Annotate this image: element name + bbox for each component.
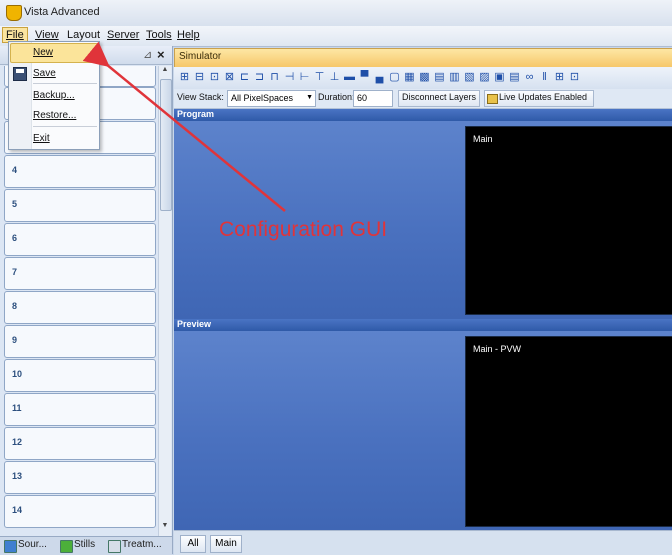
annotation-label: Configuration GUI — [219, 218, 388, 241]
annotation-arrow — [82, 41, 286, 212]
